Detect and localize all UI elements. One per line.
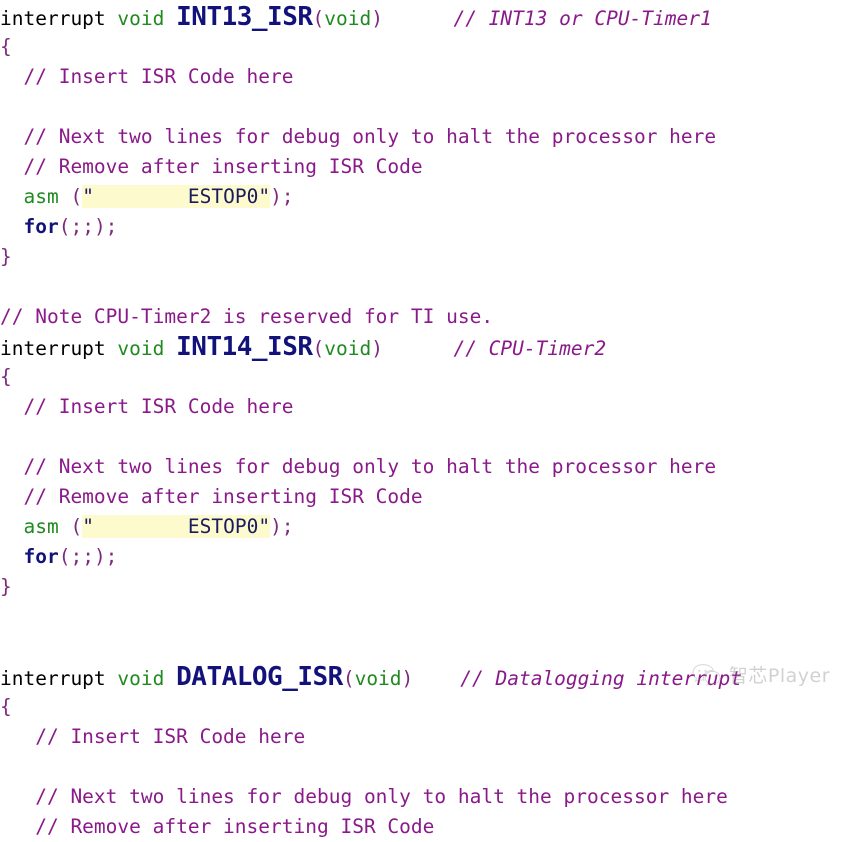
code-token: // CPU-Timer2 xyxy=(453,337,607,360)
code-token: // Next two lines for debug only to halt… xyxy=(0,125,717,148)
code-line-int14-debug-comment-2: // Remove after inserting ISR Code xyxy=(0,482,848,512)
code-line-int13-for-loop: for(;;); xyxy=(0,212,848,242)
code-token: asm xyxy=(23,515,59,538)
code-token: interrupt xyxy=(0,667,106,690)
code-token: " ESTOP0" xyxy=(82,515,271,538)
code-token: ( xyxy=(70,185,83,208)
code-line-int14-signature: interrupt void INT14_ISR(void) // CPU-Ti… xyxy=(0,332,848,362)
code-line-int14-open-brace: { xyxy=(0,362,848,392)
code-line-blank-5 xyxy=(0,632,848,662)
code-token: // Next two lines for debug only to halt… xyxy=(0,455,717,478)
code-line-int13-close-brace: } xyxy=(0,242,848,272)
code-token: for xyxy=(23,545,59,568)
code-line-datalog-open-brace: { xyxy=(0,692,848,722)
code-line-blank-4 xyxy=(0,602,848,632)
code-token: void xyxy=(324,337,372,360)
code-token: { xyxy=(0,35,12,58)
code-line-datalog-debug-comment-2: // Remove after inserting ISR Code xyxy=(0,812,848,842)
code-token: // Insert ISR Code here xyxy=(0,65,294,88)
code-token: // Insert ISR Code here xyxy=(0,725,306,748)
code-token: } xyxy=(0,245,12,268)
code-token: ( xyxy=(70,515,83,538)
code-line-int14-asm-estop: asm (" ESTOP0"); xyxy=(0,512,848,542)
code-token: { xyxy=(0,695,12,718)
code-token: interrupt xyxy=(0,337,106,360)
code-line-int13-asm-estop: asm (" ESTOP0"); xyxy=(0,182,848,212)
code-line-note-timer2-comment: // Note CPU-Timer2 is reserved for TI us… xyxy=(0,302,848,332)
code-token: ); xyxy=(270,185,294,208)
code-token: void xyxy=(324,7,372,30)
code-line-blank-1 xyxy=(0,92,848,122)
code-token: asm xyxy=(23,185,59,208)
code-token: // Remove after inserting ISR Code xyxy=(0,155,423,178)
code-token: // Insert ISR Code here xyxy=(0,395,294,418)
code-line-int14-insert-comment: // Insert ISR Code here xyxy=(0,392,848,422)
code-token: void xyxy=(117,667,165,690)
code-token: " ESTOP0" xyxy=(82,185,271,208)
code-token: // Datalogging interrupt xyxy=(460,667,743,690)
code-line-blank-3 xyxy=(0,422,848,452)
code-token: // INT13 or CPU-Timer1 xyxy=(453,7,712,30)
code-token: // Remove after inserting ISR Code xyxy=(0,815,435,838)
code-line-blank-6 xyxy=(0,752,848,782)
code-token: DATALOG_ISR xyxy=(176,662,343,692)
code-token: for xyxy=(23,215,59,238)
code-line-int13-debug-comment-2: // Remove after inserting ISR Code xyxy=(0,152,848,182)
code-token: ) xyxy=(371,7,383,30)
code-line-datalog-debug-comment-1: // Next two lines for debug only to halt… xyxy=(0,782,848,812)
code-token: // Note CPU-Timer2 is reserved for TI us… xyxy=(0,305,494,328)
code-token: // Next two lines for debug only to halt… xyxy=(0,785,728,808)
code-token: (;;); xyxy=(58,215,118,238)
code-token: void xyxy=(117,7,165,30)
code-token: ( xyxy=(342,667,355,690)
code-token: { xyxy=(0,365,12,388)
code-line-int13-open-brace: { xyxy=(0,32,848,62)
code-line-datalog-signature: interrupt void DATALOG_ISR(void) // Data… xyxy=(0,662,848,692)
code-line-int14-close-brace: } xyxy=(0,572,848,602)
code-line-int14-for-loop: for(;;); xyxy=(0,542,848,572)
code-line-int13-insert-comment: // Insert ISR Code here xyxy=(0,62,848,92)
code-token: // Remove after inserting ISR Code xyxy=(0,485,423,508)
code-line-int14-debug-comment-1: // Next two lines for debug only to halt… xyxy=(0,452,848,482)
code-token: INT14_ISR xyxy=(176,332,313,362)
code-token: interrupt xyxy=(0,7,106,30)
code-token: ( xyxy=(312,7,325,30)
code-line-int13-signature: interrupt void INT13_ISR(void) // INT13 … xyxy=(0,2,848,32)
code-line-datalog-insert-comment: // Insert ISR Code here xyxy=(0,722,848,752)
code-token: void xyxy=(117,337,165,360)
code-line-int13-debug-comment-1: // Next two lines for debug only to halt… xyxy=(0,122,848,152)
code-token: (;;); xyxy=(58,545,118,568)
code-token: } xyxy=(0,575,12,598)
code-token: ) xyxy=(371,337,383,360)
code-line-blank-2 xyxy=(0,272,848,302)
code-token: void xyxy=(354,667,402,690)
code-token: ) xyxy=(401,667,414,690)
code-token: ); xyxy=(270,515,294,538)
code-token: INT13_ISR xyxy=(176,2,313,32)
code-token: ( xyxy=(312,337,325,360)
